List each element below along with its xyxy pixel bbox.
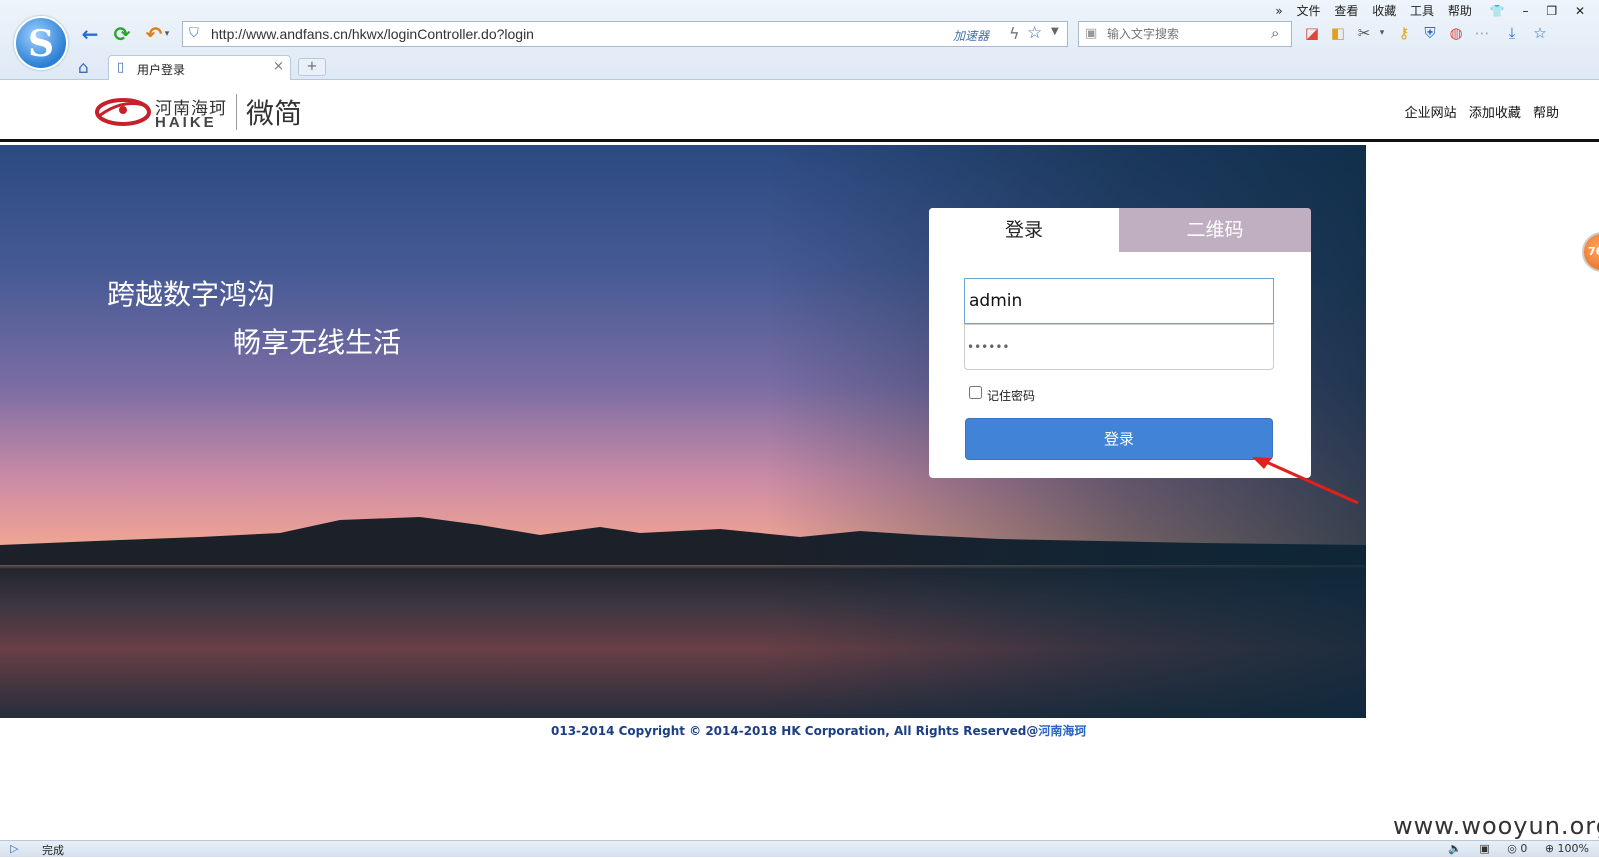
status-play-icon[interactable]: ▷ <box>10 842 18 855</box>
zoom-value: 100% <box>1557 842 1589 855</box>
accelerator-label[interactable]: 加速器 <box>953 27 989 44</box>
skin-icon[interactable]: 👕 <box>1490 4 1505 18</box>
company-link[interactable]: 河南海珂 <box>1038 724 1086 738</box>
link-add-favorite[interactable]: 添加收藏 <box>1469 106 1521 121</box>
login-button[interactable]: 登录 <box>965 418 1273 460</box>
counter-value: 0 <box>1520 842 1528 855</box>
status-text: 完成 <box>42 844 64 857</box>
more-icon[interactable]: ⋯ <box>1472 23 1492 43</box>
toolbox-icon[interactable]: ▣ <box>1479 842 1489 855</box>
address-dropdown-icon[interactable]: ▼ <box>1051 26 1059 37</box>
password-field[interactable] <box>964 324 1274 370</box>
product-title: 微简 <box>246 97 303 130</box>
watermark: www.wooyun.org <box>1393 812 1599 840</box>
home-icon[interactable]: ⌂ <box>78 58 89 78</box>
bookmark-star-icon[interactable]: ☆ <box>1530 23 1550 43</box>
search-bar[interactable]: ▣ ⌕ <box>1078 21 1292 47</box>
weibo-icon[interactable]: ◍ <box>1446 23 1466 43</box>
download-icon[interactable]: ⤓ <box>1502 23 1522 43</box>
tab-login-page[interactable]: ▯ 用户登录 × <box>108 55 291 80</box>
search-icon[interactable]: ⌕ <box>1271 24 1279 42</box>
remember-password-label: 记住密码 <box>987 389 1036 403</box>
zoom-icon[interactable]: ⊕ 100% <box>1545 842 1589 855</box>
volume-icon[interactable]: 🔈 <box>1448 842 1462 855</box>
favorite-star-icon[interactable]: ☆ <box>1027 23 1042 43</box>
tab-title: 用户登录 <box>137 63 186 77</box>
tab-close-icon[interactable]: × <box>273 59 284 74</box>
menu-bar: » 文件 查看 收藏 工具 帮助 👕 – ❐ ✕ <box>1265 2 1585 18</box>
link-company-site[interactable]: 企业网站 <box>1405 106 1457 121</box>
slogan-line-1: 跨越数字鸿沟 <box>107 278 276 311</box>
status-bar: ▷ 完成 🔈 ▣ ◎ 0 ⊕ 100% <box>0 840 1599 857</box>
remember-password-checkbox[interactable] <box>969 386 982 399</box>
new-tab-button[interactable]: + <box>298 58 326 76</box>
haike-logo-icon <box>95 98 151 126</box>
address-bar[interactable]: ⛉ http://www.andfans.cn/hkwx/loginContro… <box>182 21 1068 47</box>
status-right: 🔈 ▣ ◎ 0 ⊕ 100% <box>1434 842 1589 855</box>
header-links: 企业网站 添加收藏 帮助 <box>1397 102 1559 121</box>
menu-help[interactable]: 帮助 <box>1448 4 1472 18</box>
hills-silhouette <box>0 517 1366 565</box>
brand-divider <box>236 94 237 130</box>
slogan-line-2: 畅享无线生活 <box>233 326 402 359</box>
clip-icon[interactable]: ◧ <box>1328 23 1348 43</box>
key-icon[interactable]: ⚷ <box>1394 23 1414 43</box>
annotation-arrow-icon <box>1252 457 1359 505</box>
url-text[interactable]: http://www.andfans.cn/hkwx/loginControll… <box>211 26 534 42</box>
scissors-dropdown-icon[interactable]: ▾ <box>1372 23 1392 43</box>
copyright-footer: 013-2014 Copyright © 2014-2018 HK Corpor… <box>551 722 1086 739</box>
browser-logo-letter: S <box>28 23 54 65</box>
search-input[interactable] <box>1107 25 1267 43</box>
username-field[interactable] <box>964 278 1274 324</box>
search-engine-icon[interactable]: ▣ <box>1085 26 1097 41</box>
bolt-icon[interactable]: ϟ <box>1009 24 1020 43</box>
tab-qrcode[interactable]: 二维码 <box>1119 208 1311 252</box>
minimize-icon[interactable]: – <box>1523 4 1529 18</box>
shield-guard-icon[interactable]: ⛨ <box>1420 23 1440 43</box>
copyright-text: 013-2014 Copyright © 2014-2018 HK Corpor… <box>551 724 1039 738</box>
menu-favorites[interactable]: 收藏 <box>1372 4 1396 18</box>
brand-name-en: HAIKE <box>155 114 217 131</box>
page-icon: ▯ <box>117 60 125 75</box>
counter-icon[interactable]: ◎ 0 <box>1507 842 1527 855</box>
snapshot-icon[interactable]: ◪ <box>1302 23 1322 43</box>
menu-file[interactable]: 文件 <box>1297 4 1321 18</box>
scissors-icon[interactable]: ✂ <box>1354 23 1374 43</box>
browser-chrome: S ← ⟳ ↶ ▾ ⛉ http://www.andfans.cn/hkwx/l… <box>0 0 1599 80</box>
refresh-icon[interactable]: ⟳ <box>110 22 134 46</box>
back-arrow-icon[interactable]: ← <box>78 22 102 46</box>
brand-logo[interactable]: 河南海珂 HAIKE <box>95 92 235 132</box>
browser-logo[interactable]: S <box>14 16 68 70</box>
tab-login[interactable]: 登录 <box>929 208 1119 252</box>
right-blank-area <box>1366 145 1599 718</box>
restore-icon[interactable]: ❐ <box>1546 4 1557 18</box>
link-help[interactable]: 帮助 <box>1533 106 1559 121</box>
login-card: 登录 二维码 记住密码 登录 <box>929 208 1311 478</box>
page-header: 河南海珂 HAIKE 微简 企业网站 添加收藏 帮助 <box>0 80 1599 142</box>
menu-tools[interactable]: 工具 <box>1410 4 1434 18</box>
menu-more[interactable]: » <box>1275 4 1282 18</box>
close-window-icon[interactable]: ✕ <box>1575 4 1585 18</box>
undo-dropdown-icon[interactable]: ▾ <box>162 22 172 46</box>
shield-icon: ⛉ <box>189 26 199 41</box>
menu-view[interactable]: 查看 <box>1334 4 1358 18</box>
